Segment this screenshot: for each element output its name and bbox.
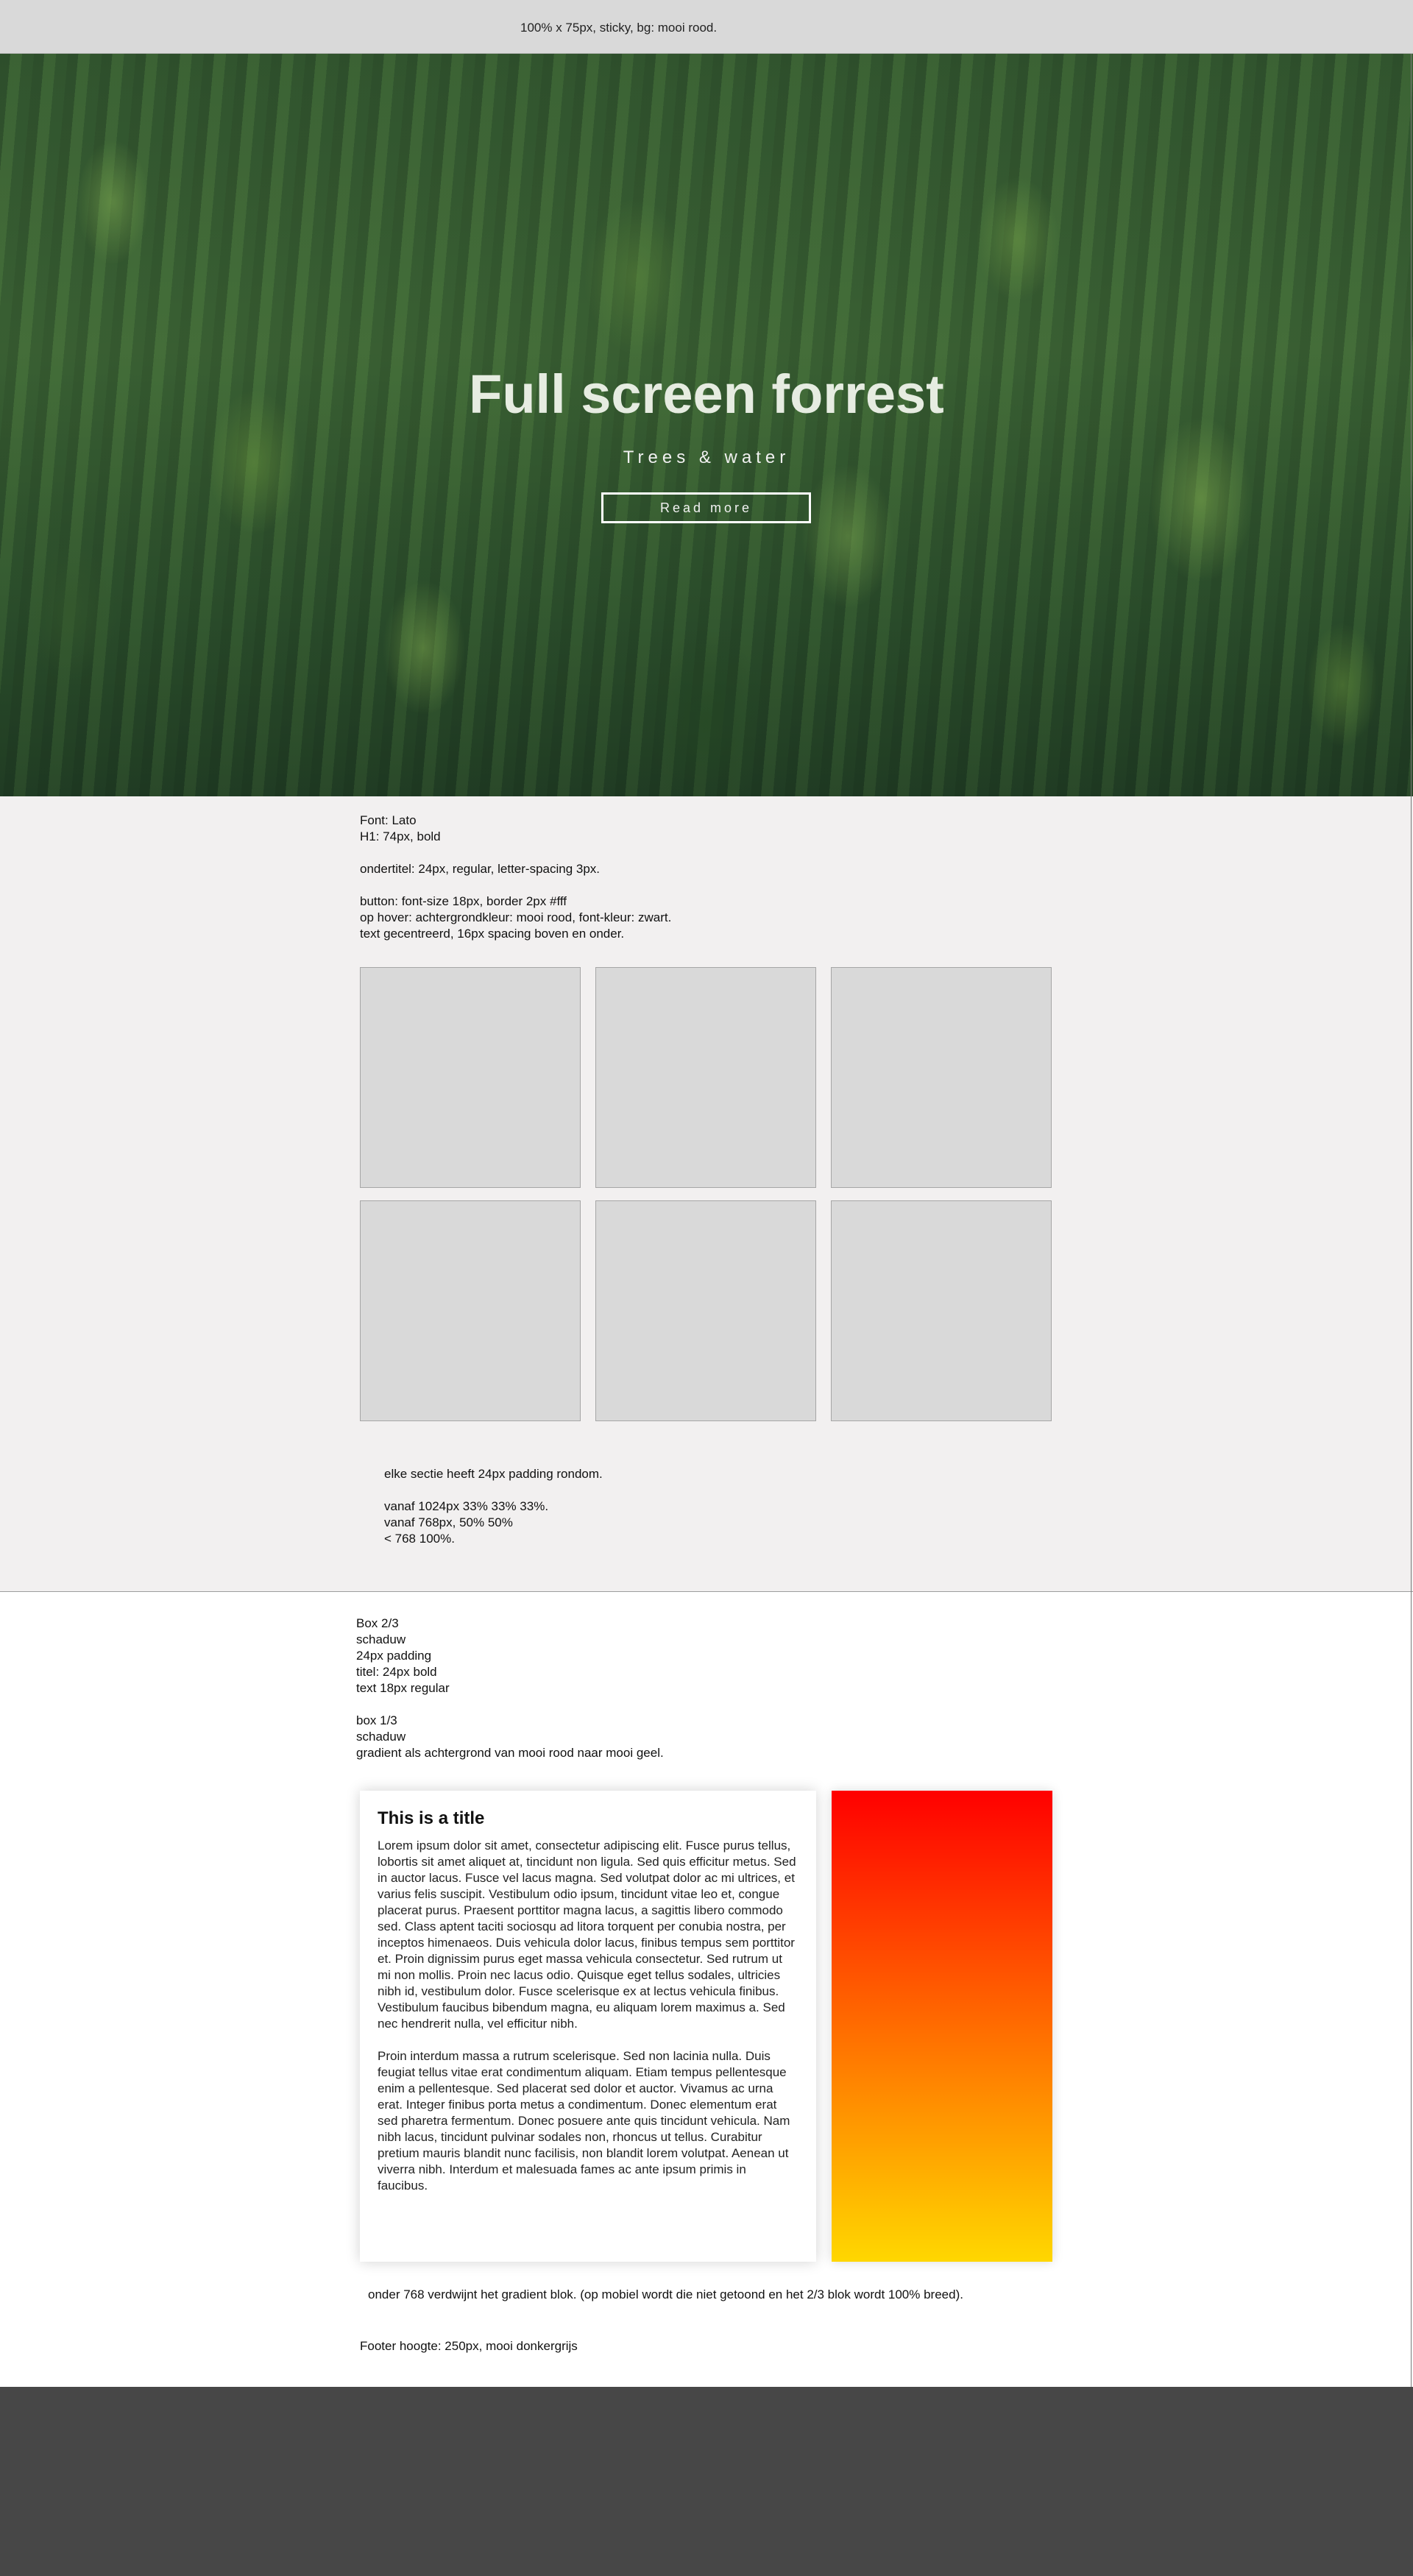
note-line: op hover: achtergrondkleur: mooi rood, f… [360,910,672,924]
footer [0,2387,1413,2576]
note-line: text gecentreerd, 16px spacing boven en … [360,927,625,941]
content-card: This is a title Lorem ipsum dolor sit am… [360,1791,816,2262]
box-notes: Box 2/3 schaduw 24px padding titel: 24px… [356,1616,664,1761]
grid-tile [360,1200,581,1421]
grid-tile [595,967,816,1188]
note-line: Box 2/3 [356,1616,399,1630]
footer-note: Footer hoogte: 250px, mooi donkergrijs [360,2339,578,2353]
note-line [384,1482,603,1498]
note-line: H1: 74px, bold [360,829,441,843]
hero-subtitle: Trees & water [623,447,790,467]
hero-section: Full screen forrest Trees & water Read m… [0,54,1413,796]
note-line: text 18px regular [356,1681,450,1695]
grid-tile [360,967,581,1188]
note-line [360,845,671,861]
note-line: schaduw [356,1730,406,1744]
read-more-button[interactable]: Read more [601,492,811,523]
mobile-note: onder 768 verdwijnt het gradient blok. (… [368,2287,963,2301]
header-note: 100% x 75px, sticky, bg: mooi rood. [520,21,718,35]
grid-tile [831,1200,1052,1421]
card-title: This is a title [378,1808,485,1828]
responsive-notes: elke sectie heeft 24px padding rondom. v… [384,1466,603,1547]
card-paragraph: Proin interdum massa a rutrum scelerisqu… [378,2049,790,2193]
gradient-box [832,1791,1052,2262]
grid-tile [595,1200,816,1421]
grid-tile [831,967,1052,1188]
note-line: ondertitel: 24px, regular, letter-spacin… [360,862,601,876]
note-line: button: font-size 18px, border 2px #fff [360,894,567,908]
note-line: 24px padding [356,1649,432,1663]
page-border [1411,54,1412,2387]
note-line: gradient als achtergrond van mooi rood n… [356,1746,664,1760]
note-line: elke sectie heeft 24px padding rondom. [384,1467,603,1481]
card-paragraph: Lorem ipsum dolor sit amet, consectetur … [378,1839,796,2031]
sticky-header: 100% x 75px, sticky, bg: mooi rood. [0,0,1413,54]
note-line [360,877,671,894]
note-line: schaduw [356,1632,406,1646]
note-line: vanaf 1024px 33% 33% 33%. [384,1499,549,1513]
hero-title: Full screen forrest [469,364,944,425]
note-line: box 1/3 [356,1713,397,1727]
tiles-section [0,796,1413,1592]
style-notes: Font: Lato H1: 74px, bold ondertitel: 24… [360,813,671,942]
note-line: < 768 100%. [384,1532,455,1546]
note-line: titel: 24px bold [356,1665,437,1679]
note-line [356,1696,664,1713]
note-line: Font: Lato [360,813,417,827]
note-line: vanaf 768px, 50% 50% [384,1515,513,1529]
